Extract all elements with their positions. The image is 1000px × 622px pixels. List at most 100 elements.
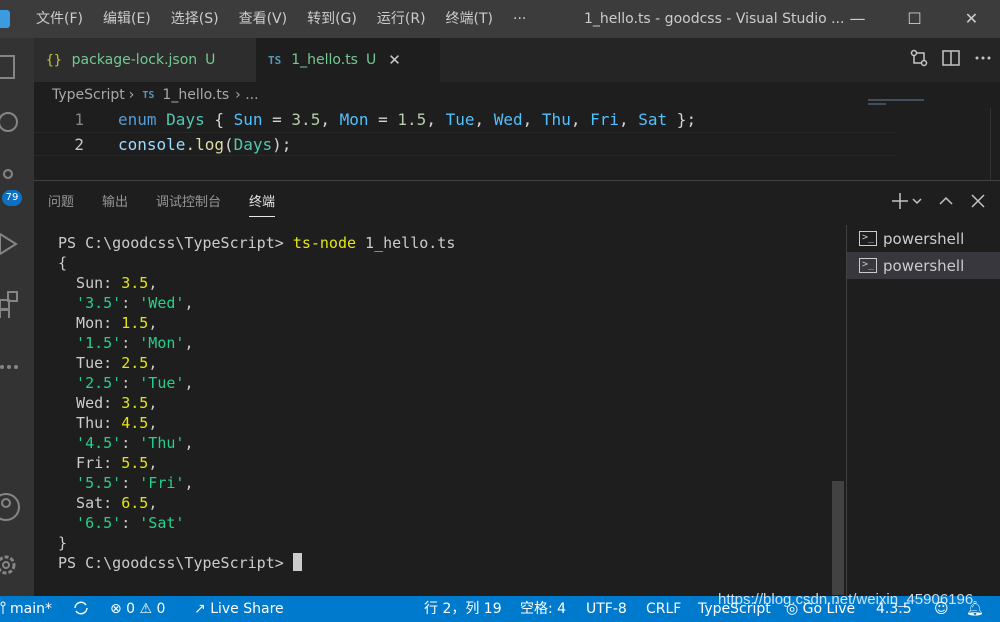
terminal-item[interactable]: >_ powershell	[847, 225, 1000, 252]
tab-terminal[interactable]: 终端	[235, 181, 289, 225]
breadcrumb-folder[interactable]: TypeScript	[52, 87, 125, 103]
breadcrumb-separator: ›	[128, 87, 135, 103]
colon: :	[121, 374, 140, 392]
object-value: 5.5	[121, 454, 149, 472]
terminal-scrollbar[interactable]	[832, 481, 844, 595]
more-actions-icon[interactable]	[974, 49, 992, 71]
encoding[interactable]: UTF-8	[586, 596, 627, 622]
terminal-item-selected[interactable]: >_ powershell	[847, 252, 1000, 279]
terminal-line: Mon: 1.5,	[58, 313, 838, 333]
terminal-line: Fri: 5.5,	[58, 453, 838, 473]
editor-tab-bar: {} package-lock.json U TS 1_hello.ts U ✕	[34, 38, 1000, 82]
punct-token: .	[185, 135, 196, 154]
terminal-icon: >_	[859, 231, 877, 246]
minimap[interactable]	[866, 99, 956, 180]
menu-edit[interactable]: 编辑(E)	[93, 0, 161, 38]
settings-gear-icon[interactable]	[0, 548, 34, 582]
menu-run[interactable]: 运行(R)	[367, 0, 436, 38]
window-title: 1_hello.ts - goodcss - Visual Studio ...	[584, 11, 845, 27]
terminal-line: '3.5': 'Wed',	[58, 293, 838, 313]
cursor-position[interactable]: 行 2，列 19	[424, 596, 502, 622]
number-token: 1.5	[397, 110, 427, 129]
tab-problems[interactable]: 问题	[34, 181, 88, 225]
terminal-cursor	[292, 553, 302, 571]
problems-indicator[interactable]: ⊗ 0 ⚠ 0	[110, 596, 165, 622]
tab-output[interactable]: 输出	[88, 181, 142, 225]
object-value: 'Sat'	[139, 514, 185, 532]
colon: :	[121, 334, 140, 352]
indentation[interactable]: 空格: 4	[520, 596, 566, 622]
terminal-line: PS C:\goodcss\TypeScript>	[58, 553, 838, 573]
editor-scrollbar[interactable]	[990, 108, 1000, 180]
maximize-button[interactable]: ☐	[886, 0, 943, 38]
member-token: Wed	[493, 110, 523, 129]
object-key: Sun:	[58, 274, 122, 292]
more-views-icon[interactable]	[0, 352, 34, 380]
menu-view[interactable]: 查看(V)	[229, 0, 298, 38]
punct-token: ,	[474, 110, 494, 129]
new-terminal-icon[interactable]	[892, 192, 922, 215]
punct-token: (	[223, 135, 234, 154]
search-icon[interactable]	[0, 108, 34, 136]
menu-go[interactable]: 转到(G)	[297, 0, 367, 38]
typescript-file-icon: TS	[142, 89, 155, 101]
open-changes-icon[interactable]	[910, 49, 928, 71]
vscode-logo-icon	[0, 10, 10, 28]
terminal-line: '5.5': 'Fri',	[58, 473, 838, 493]
extensions-icon[interactable]	[0, 290, 34, 318]
comma: ,	[184, 374, 194, 392]
terminal-line: {	[58, 254, 68, 272]
title-bar: 文件(F) 编辑(E) 选择(S) 查看(V) 转到(G) 运行(R) 终端(T…	[0, 0, 1000, 38]
line-ending[interactable]: CRLF	[646, 596, 681, 622]
punct-token: );	[272, 135, 292, 154]
branch-indicator[interactable]: main*	[0, 596, 52, 622]
terminal-item-label: powershell	[883, 256, 965, 275]
explorer-icon[interactable]	[0, 52, 34, 80]
close-window-button[interactable]: ✕	[943, 0, 1000, 38]
panel-actions	[892, 181, 986, 225]
terminal-output[interactable]: PS C:\goodcss\TypeScript> ts-node 1_hell…	[58, 233, 838, 585]
menu-file[interactable]: 文件(F)	[26, 0, 93, 38]
menu-terminal[interactable]: 终端(T)	[436, 0, 503, 38]
comma: ,	[184, 294, 194, 312]
punct-token: ,	[522, 110, 542, 129]
maximize-panel-icon[interactable]	[938, 192, 954, 215]
account-icon[interactable]	[0, 490, 34, 524]
tab-hello-ts[interactable]: TS 1_hello.ts U ✕	[256, 38, 440, 82]
member-token: Thu	[541, 110, 571, 129]
close-tab-icon[interactable]: ✕	[388, 51, 401, 69]
tab-debug-console[interactable]: 调试控制台	[142, 181, 235, 225]
object-key: '1.5'	[58, 334, 122, 352]
terminal-list: >_ powershell >_ powershell	[846, 225, 1000, 597]
code-line-current: 2 console.log(Days);	[34, 132, 896, 156]
live-share-button[interactable]: ↗ Live Share	[194, 596, 284, 622]
tab-package-lock[interactable]: {} package-lock.json U	[34, 38, 256, 82]
terminal-line: PS C:\goodcss\TypeScript> ts-node 1_hell…	[58, 233, 838, 253]
enum-name-token: Days	[233, 135, 273, 154]
menu-selection[interactable]: 选择(S)	[161, 0, 229, 38]
function-token: log	[195, 135, 224, 154]
punct-token: ,	[320, 110, 340, 129]
number-token: 3.5	[291, 110, 321, 129]
object-value: 'Thu'	[139, 434, 185, 452]
close-panel-icon[interactable]	[970, 192, 986, 215]
sync-icon[interactable]	[72, 596, 90, 622]
panel-tabs: 问题 输出 调试控制台 终端	[34, 181, 289, 225]
branch-label: main*	[10, 601, 52, 617]
line-number: 1	[74, 110, 84, 129]
object-key: '2.5'	[58, 374, 122, 392]
minimize-button[interactable]: —	[829, 0, 886, 38]
object-key: '6.5'	[58, 514, 122, 532]
breadcrumb-more[interactable]: › ...	[235, 87, 258, 103]
breadcrumb-file[interactable]: 1_hello.ts	[162, 87, 229, 103]
colon: :	[121, 434, 140, 452]
object-key: Fri:	[58, 454, 122, 472]
code-editor[interactable]: 1 enum Days { Sun = 3.5, Mon = 1.5, Tue, …	[34, 108, 1000, 180]
menu-more[interactable]: ···	[503, 0, 536, 38]
editor-actions	[910, 38, 992, 82]
split-editor-icon[interactable]	[942, 49, 960, 71]
tab-label: 1_hello.ts	[291, 52, 358, 68]
json-file-icon: {}	[46, 52, 62, 68]
object-value: 'Tue'	[139, 374, 185, 392]
run-debug-icon[interactable]	[0, 230, 34, 258]
